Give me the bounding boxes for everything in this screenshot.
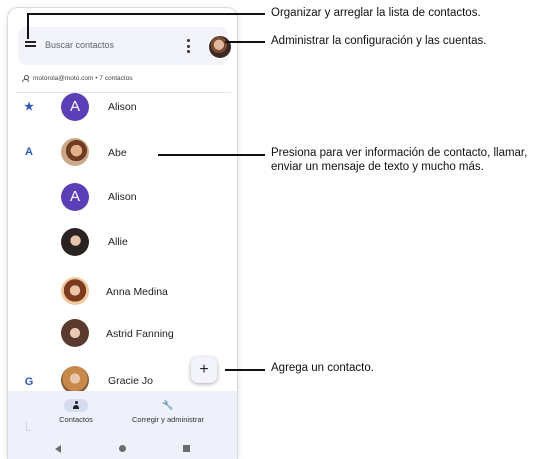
- contact-row[interactable]: A Alison: [8, 175, 237, 219]
- nav-item-fix-manage[interactable]: 🔧 Corregir y administrar: [119, 399, 217, 424]
- avatar: A: [61, 93, 89, 121]
- recents-icon[interactable]: [183, 445, 190, 452]
- contact-name: Anna Medina: [106, 286, 168, 298]
- callout-contact: Presiona para ver información de contact…: [271, 147, 528, 173]
- nav-pill: [64, 399, 88, 412]
- avatar: [61, 366, 89, 394]
- callout-menu: Organizar y arreglar la lista de contact…: [271, 7, 481, 19]
- search-bar[interactable]: Buscar contactos: [18, 27, 232, 65]
- section-letter: G: [24, 376, 34, 388]
- callout-line-menu: [27, 13, 265, 15]
- contact-row[interactable]: Anna Medina: [8, 269, 237, 313]
- contact-name: Gracie Jo: [108, 375, 153, 387]
- search-input[interactable]: Buscar contactos: [45, 40, 114, 50]
- system-navigation-bar: [8, 439, 237, 459]
- callout-line-settings: [225, 41, 265, 43]
- callout-settings: Administrar la configuración y las cuent…: [271, 35, 487, 47]
- person-icon: [22, 75, 29, 82]
- section-letter: A: [25, 146, 33, 158]
- person-icon: [73, 401, 79, 409]
- nav-label-contacts: Contactos: [59, 415, 93, 424]
- account-row[interactable]: motorola@moto.com • 7 contactos: [22, 75, 133, 82]
- contact-row[interactable]: ★ A Alison: [8, 85, 237, 129]
- home-icon[interactable]: [119, 445, 126, 452]
- callout-line-menu-drop: [27, 13, 29, 39]
- starred-section-icon: ★: [24, 101, 34, 113]
- avatar: [61, 228, 89, 256]
- contact-name: Allie: [108, 236, 128, 248]
- nav-label-fix-manage: Corregir y administrar: [131, 415, 205, 424]
- account-label: motorola@moto.com • 7 contactos: [33, 75, 133, 82]
- contact-row[interactable]: A Abe: [8, 131, 237, 175]
- avatar: [61, 138, 89, 166]
- add-contact-button[interactable]: +: [191, 357, 217, 383]
- callout-add: Agrega un contacto.: [271, 362, 374, 374]
- avatar: [61, 319, 89, 347]
- contact-row[interactable]: Allie: [8, 220, 237, 264]
- contact-row[interactable]: Astrid Fanning: [8, 312, 237, 356]
- back-icon[interactable]: [55, 445, 61, 453]
- contacts-app-screen: Buscar contactos motorola@moto.com • 7 c…: [8, 8, 237, 459]
- nav-item-contacts[interactable]: Contactos: [52, 399, 100, 424]
- contact-name: Alison: [108, 101, 137, 113]
- wrench-icon: 🔧: [162, 400, 174, 410]
- menu-icon[interactable]: [25, 41, 36, 50]
- more-vert-icon[interactable]: [187, 39, 191, 53]
- avatar: A: [61, 183, 89, 211]
- contact-name: Abe: [108, 147, 127, 159]
- callout-line-add: [225, 369, 265, 371]
- account-avatar[interactable]: [208, 35, 232, 59]
- callout-line-contact: [158, 154, 265, 156]
- contact-name: Alison: [108, 191, 137, 203]
- bottom-navigation: Contactos 🔧 Corregir y administrar: [8, 391, 237, 439]
- scroll-indicator: [26, 422, 31, 431]
- avatar: [61, 277, 89, 305]
- contact-name: Astrid Fanning: [106, 328, 174, 340]
